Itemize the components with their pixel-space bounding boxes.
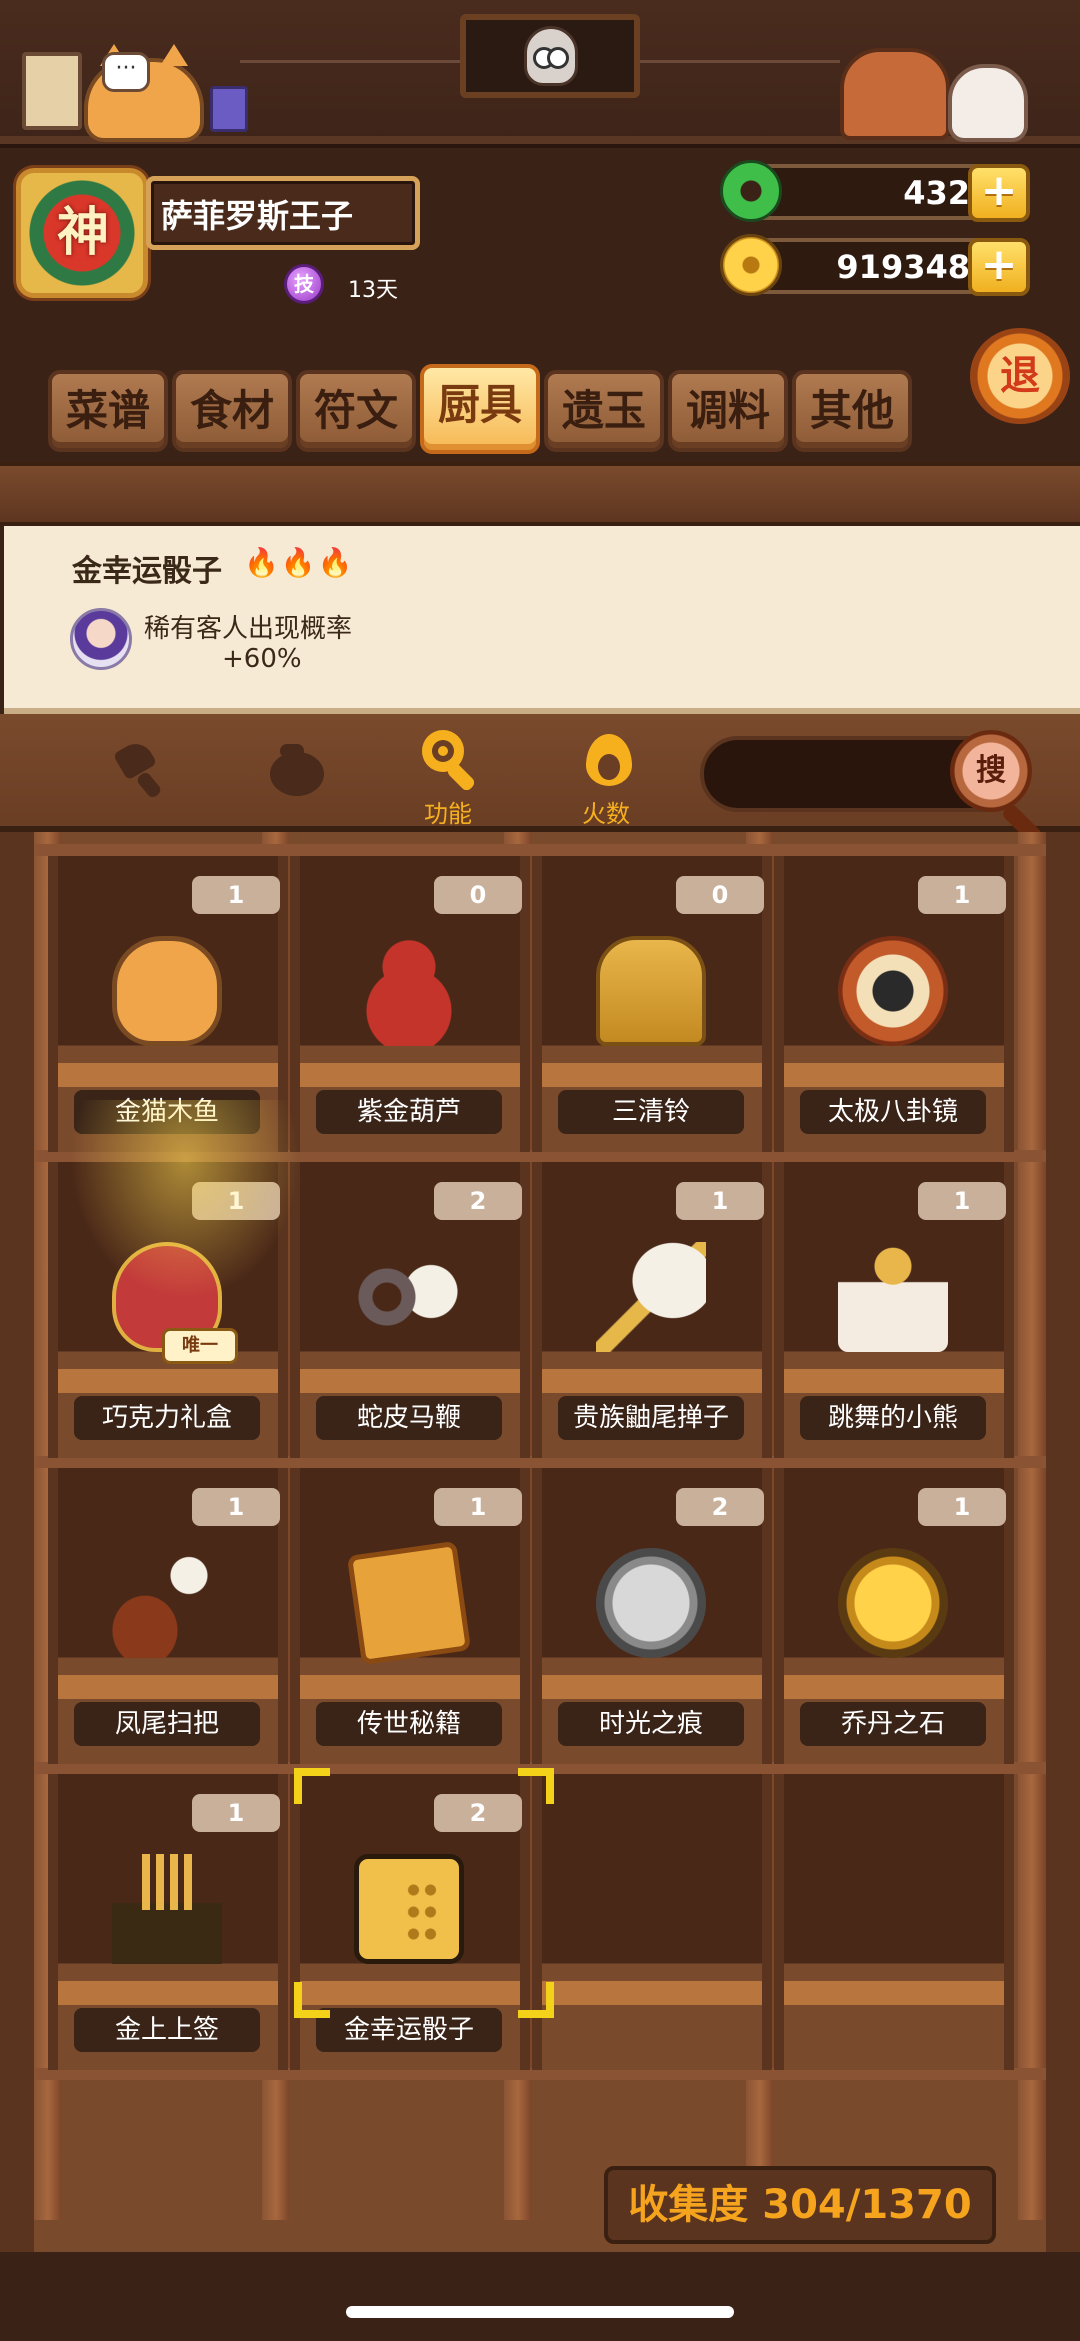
notice-board-icon <box>22 52 82 130</box>
cleaver-filter-icon[interactable] <box>112 738 176 798</box>
jade-icon <box>720 160 782 222</box>
jade-balance: 432 <box>903 174 970 212</box>
player-avatar[interactable]: 神 <box>16 168 148 298</box>
item-name-label: 太极八卦镜 <box>800 1090 986 1134</box>
item-name-label: 传世秘籍 <box>316 1702 502 1746</box>
item-name-label: 巧克力礼盒 <box>74 1396 260 1440</box>
item-name-label: 时光之痕 <box>558 1702 744 1746</box>
top-decoration: ··· <box>0 0 1080 148</box>
exit-button[interactable]: 退 <box>970 328 1070 424</box>
item-count-badge: 1 <box>676 1182 764 1220</box>
item-count-badge: 1 <box>192 1488 280 1526</box>
item-name-label: 乔丹之石 <box>800 1702 986 1746</box>
item-count-badge: 1 <box>918 1182 1006 1220</box>
chat-bubble-icon[interactable]: ··· <box>102 52 150 92</box>
tab-recipes[interactable]: 菜谱 <box>48 370 168 452</box>
cabinet-beam <box>34 844 1046 856</box>
white-cat-icon <box>948 64 1028 142</box>
tab-other[interactable]: 其他 <box>792 370 912 452</box>
tab-seasoning[interactable]: 调料 <box>668 370 788 452</box>
item-count-badge: 2 <box>434 1794 522 1832</box>
item-detail-title: 金幸运骰子 <box>72 554 222 589</box>
gold-dice-icon <box>354 1854 464 1964</box>
item-count-badge: 2 <box>434 1182 522 1220</box>
skill-badge-icon[interactable]: 技 <box>284 264 324 304</box>
item-cabinet: 1金猫木鱼0紫金葫芦0三清铃1太极八卦镜1巧克力礼盒2蛇皮马鞭1贵族鼬尾掸子1跳… <box>0 832 1080 2252</box>
home-indicator[interactable] <box>346 2306 734 2318</box>
item-count-badge: 1 <box>918 876 1006 914</box>
item-name-label: 紫金葫芦 <box>316 1090 502 1134</box>
dancing-bear-icon <box>838 1242 948 1352</box>
fortune-sticks-icon <box>112 1854 222 1964</box>
item-count-badge: 1 <box>192 1794 280 1832</box>
player-name-plate: 萨菲罗斯王子 <box>146 176 420 250</box>
item-name-label: 贵族鼬尾掸子 <box>558 1396 744 1440</box>
empty-slot <box>532 1774 772 2070</box>
item-count-badge: 0 <box>434 876 522 914</box>
item-count-badge: 1 <box>918 1488 1006 1526</box>
grandpa-cat-icon <box>524 26 578 86</box>
item-count-badge: 1 <box>434 1488 522 1526</box>
cabinet-post <box>1018 832 1046 2220</box>
category-tabs: 菜谱 食材 符文 厨具 遗玉 调料 其他 <box>48 364 912 454</box>
deco-rope-right <box>640 60 840 63</box>
coin-balance: 919348 <box>836 248 970 286</box>
item-count-badge: 2 <box>676 1488 764 1526</box>
unique-tag: 唯一 <box>162 1328 238 1364</box>
item-count-badge: 0 <box>676 876 764 914</box>
bag-filter-icon[interactable] <box>264 738 328 798</box>
avatar-title-char: 神 <box>56 203 109 263</box>
function-filter-icon[interactable] <box>418 726 482 786</box>
bottom-strip <box>0 2252 1080 2341</box>
add-jade-button[interactable]: + <box>968 164 1030 222</box>
gold-cat-fish-icon <box>112 936 222 1046</box>
portrait-frame-icon <box>460 14 640 98</box>
silver-coin-icon <box>596 1548 706 1658</box>
divider-shelf <box>0 462 1080 526</box>
selection-corner-tr <box>518 1768 554 1804</box>
secret-book-icon <box>346 1540 472 1666</box>
item-name-label: 金幸运骰子 <box>316 2008 502 2052</box>
effect-value: +60% <box>222 644 302 674</box>
fire-filter-icon[interactable] <box>578 726 642 786</box>
rare-guest-icon <box>70 608 132 670</box>
tab-ingredients[interactable]: 食材 <box>172 370 292 452</box>
tab-kitchenware[interactable]: 厨具 <box>420 364 540 454</box>
collection-progress[interactable]: 收集度 304/1370 <box>604 2166 996 2244</box>
fire-rating-icon: 🔥🔥🔥 <box>244 546 355 579</box>
chef-character-icon <box>840 48 950 140</box>
bagua-mirror-icon <box>838 936 948 1046</box>
item-name-label: 跳舞的小熊 <box>800 1396 986 1440</box>
item-name-label: 三清铃 <box>558 1090 744 1134</box>
gold-coin-icon <box>838 1548 948 1658</box>
phoenix-broom-icon <box>112 1548 222 1658</box>
tab-runes[interactable]: 符文 <box>296 370 416 452</box>
fire-filter-label[interactable]: 火数 <box>582 794 630 829</box>
add-coins-button[interactable]: + <box>968 238 1030 296</box>
coin-icon <box>720 234 782 296</box>
bell-icon <box>596 936 706 1046</box>
player-name: 萨菲罗斯王子 <box>161 197 354 235</box>
selection-corner-br <box>518 1982 554 2018</box>
item-name-label: 金上上签 <box>74 2008 260 2052</box>
tab-jade[interactable]: 遗玉 <box>544 370 664 452</box>
search-button[interactable]: 搜 <box>950 730 1032 812</box>
skill-days: 13天 <box>348 278 398 303</box>
effect-name: 稀有客人出现概率 <box>144 614 353 644</box>
selection-corner-tl <box>294 1768 330 1804</box>
item-count-badge: 1 <box>192 876 280 914</box>
item-name-label: 凤尾扫把 <box>74 1702 260 1746</box>
book-icon <box>210 86 248 132</box>
deco-rope-left <box>240 60 460 63</box>
item-detail-card: 金幸运骰子 🔥🔥🔥 稀有客人出现概率 +60% <box>4 526 1080 714</box>
unique-glow <box>70 1100 300 1300</box>
item-name-label: 蛇皮马鞭 <box>316 1396 502 1440</box>
duster-icon <box>596 1242 706 1352</box>
function-filter-label[interactable]: 功能 <box>424 794 472 829</box>
selection-corner-bl <box>294 1982 330 2018</box>
empty-slot <box>774 1774 1014 2070</box>
gourd-icon <box>354 936 464 1046</box>
horse-whip-icon <box>354 1242 464 1352</box>
